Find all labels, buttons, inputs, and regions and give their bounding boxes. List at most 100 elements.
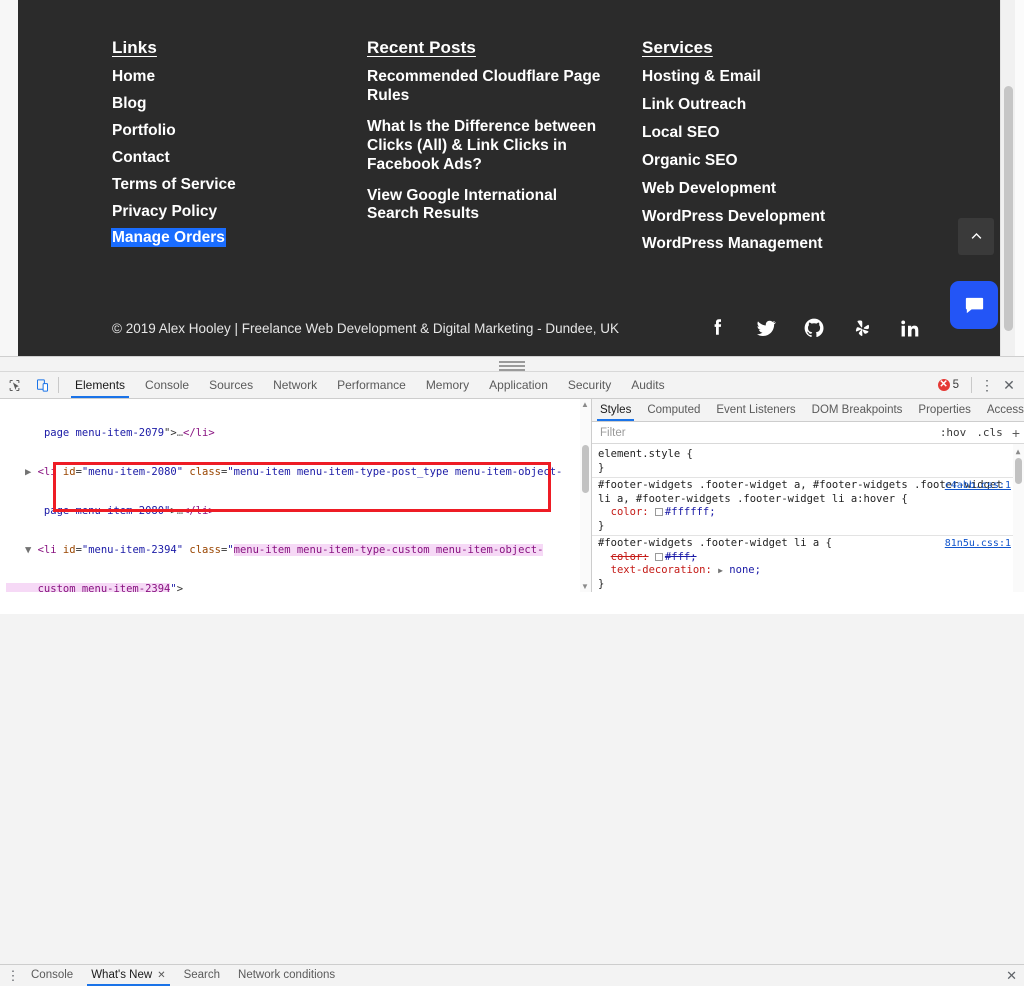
page-scrollbar[interactable] xyxy=(1000,0,1015,356)
styles-tab-styles[interactable]: Styles xyxy=(592,399,639,421)
drawer-tab-whats-new[interactable]: What's New ✕ xyxy=(82,965,174,986)
chat-widget-button[interactable] xyxy=(950,281,998,329)
device-toolbar-icon[interactable] xyxy=(28,372,56,398)
dom-tree[interactable]: page menu-item-2079">…</li> ▶ <li id="me… xyxy=(0,399,591,592)
recent-post-link-1[interactable]: Recommended Cloudflare Page Rules xyxy=(367,68,600,104)
color-swatch[interactable] xyxy=(654,508,663,516)
footer-widget-recent-posts: Recent Posts Recommended Cloudflare Page… xyxy=(367,38,642,300)
drawer-tab-label: Console xyxy=(31,969,74,981)
style-rule-selector[interactable]: element.style { xyxy=(598,448,1012,462)
dom-line-selected-open[interactable]: ▼ <li id="menu-item-2394" class="menu-it… xyxy=(0,544,591,557)
style-property-name[interactable]: text-decoration xyxy=(611,564,706,576)
devtools-tab-application[interactable]: Application xyxy=(479,372,558,398)
style-rule-footer-widget-a[interactable]: c4abb.css:1 #footer-widgets .footer-widg… xyxy=(592,478,1024,536)
inspect-element-icon[interactable] xyxy=(0,372,28,398)
github-icon[interactable] xyxy=(802,316,826,340)
footer-link-home[interactable]: Home xyxy=(112,68,155,85)
services-list: Hosting & Email Link Outreach Local SEO … xyxy=(642,68,942,254)
color-swatch[interactable] xyxy=(654,552,663,561)
styles-tab-computed[interactable]: Computed xyxy=(639,399,708,421)
style-property-name[interactable]: color xyxy=(611,506,643,518)
styles-scrollbar[interactable]: ▲ ▼ xyxy=(1013,444,1024,592)
linkedin-icon[interactable] xyxy=(898,316,922,340)
styles-scrollbar-thumb[interactable] xyxy=(1015,458,1022,484)
dom-tree-panel[interactable]: page menu-item-2079">…</li> ▶ <li id="me… xyxy=(0,399,592,592)
scroll-up-arrow-icon[interactable]: ▲ xyxy=(580,400,590,409)
footer-link-contact[interactable]: Contact xyxy=(112,149,170,166)
devtools-tab-console[interactable]: Console xyxy=(135,372,199,398)
hover-state-button[interactable]: :hov xyxy=(935,426,972,439)
service-link-organic-seo[interactable]: Organic SEO xyxy=(642,152,738,169)
service-link-link-outreach[interactable]: Link Outreach xyxy=(642,96,746,113)
dom-line[interactable]: page menu-item-2079">…</li> xyxy=(0,427,591,440)
scroll-to-top-button[interactable] xyxy=(958,218,994,255)
devtools-resize-handle[interactable] xyxy=(0,356,1024,372)
viewport-right-gutter xyxy=(1015,0,1024,356)
style-declaration[interactable]: color: #ffffff; xyxy=(598,506,1012,520)
drawer-tab-search[interactable]: Search xyxy=(175,965,229,986)
footer-link-blog[interactable]: Blog xyxy=(112,95,146,112)
service-link-hosting-email[interactable]: Hosting & Email xyxy=(642,68,761,85)
devtools-tab-sources[interactable]: Sources xyxy=(199,372,263,398)
styles-tab-accessibility[interactable]: Accessibility xyxy=(979,399,1024,421)
list-item: Organic SEO xyxy=(642,152,942,171)
kebab-menu-icon[interactable]: ⋮ xyxy=(4,968,22,984)
service-link-web-development[interactable]: Web Development xyxy=(642,180,776,197)
devtools-toolbar-right: ✕ 5 ⋮ ✕ xyxy=(937,372,1020,398)
style-rule-element-style[interactable]: element.style { } xyxy=(592,447,1024,478)
recent-post-link-2[interactable]: What Is the Difference between Clicks (A… xyxy=(367,118,596,173)
devtools-tab-security[interactable]: Security xyxy=(558,372,621,398)
style-property-value[interactable]: none xyxy=(729,564,754,576)
style-property-value[interactable]: #fff xyxy=(665,551,690,563)
footer-link-privacy-policy[interactable]: Privacy Policy xyxy=(112,203,217,220)
styles-rules-list[interactable]: element.style { } c4abb.css:1 #footer-wi… xyxy=(592,444,1024,592)
style-declaration-overridden[interactable]: color: #fff; xyxy=(598,551,1012,565)
facebook-icon[interactable] xyxy=(706,316,730,340)
style-rule-footer-widget-li-a[interactable]: 81n5u.css:1 #footer-widgets .footer-widg… xyxy=(592,536,1024,592)
devtools-tab-network[interactable]: Network xyxy=(263,372,327,398)
styles-tab-event-listeners[interactable]: Event Listeners xyxy=(708,399,803,421)
styles-tab-properties[interactable]: Properties xyxy=(910,399,978,421)
service-link-wordpress-development[interactable]: WordPress Development xyxy=(642,208,825,225)
chat-bubble-icon xyxy=(965,297,983,313)
dom-scrollbar-thumb[interactable] xyxy=(582,445,589,493)
kebab-menu-icon[interactable]: ⋮ xyxy=(978,378,996,392)
error-count-badge[interactable]: ✕ 5 xyxy=(937,379,965,391)
style-declaration[interactable]: text-decoration: ▶ none; xyxy=(598,564,1012,578)
expand-triangle-icon[interactable]: ▶ xyxy=(718,566,723,575)
drawer-tab-console[interactable]: Console xyxy=(22,965,82,986)
service-link-wordpress-management[interactable]: WordPress Management xyxy=(642,235,823,252)
page-scrollbar-thumb[interactable] xyxy=(1004,86,1013,331)
scroll-down-arrow-icon[interactable]: ▼ xyxy=(580,582,590,591)
drawer-tab-network-conditions[interactable]: Network conditions xyxy=(229,965,344,986)
recent-post-link-3[interactable]: View Google International Search Results xyxy=(367,187,557,223)
dom-scrollbar[interactable]: ▲ ▼ xyxy=(580,399,591,592)
devtools-tab-audits[interactable]: Audits xyxy=(621,372,674,398)
style-rule-source-link[interactable]: c4abb.css:1 xyxy=(945,479,1011,493)
styles-filter-input[interactable] xyxy=(598,425,935,440)
styles-tab-dom-breakpoints[interactable]: DOM Breakpoints xyxy=(804,399,911,421)
style-rule-source-link[interactable]: 81n5u.css:1 xyxy=(945,537,1011,551)
close-icon[interactable]: ✕ xyxy=(1006,968,1017,984)
dom-line[interactable]: page menu-item-2080">…</li> xyxy=(0,505,591,518)
new-style-rule-button[interactable]: + xyxy=(1008,425,1024,441)
class-filter-button[interactable]: .cls xyxy=(971,426,1008,439)
dom-line[interactable]: ▶ <li id="menu-item-2080" class="menu-it… xyxy=(0,466,591,479)
styles-filter-bar: :hov .cls + xyxy=(592,422,1024,444)
scroll-up-arrow-icon[interactable]: ▲ xyxy=(1013,445,1023,459)
footer-link-portfolio[interactable]: Portfolio xyxy=(112,122,176,139)
twitter-icon[interactable] xyxy=(754,316,778,340)
dom-line[interactable]: custom menu-item-2394"> xyxy=(0,583,591,592)
list-item: Manage Orders xyxy=(112,229,367,248)
devtools-tab-elements[interactable]: Elements xyxy=(65,372,135,398)
footer-link-manage-orders[interactable]: Manage Orders xyxy=(112,229,225,247)
close-icon[interactable]: ✕ xyxy=(157,965,165,986)
footer-link-terms-of-service[interactable]: Terms of Service xyxy=(112,176,236,193)
style-property-value[interactable]: #ffffff xyxy=(665,506,709,518)
close-icon[interactable]: ✕ xyxy=(998,378,1020,392)
style-property-name[interactable]: color xyxy=(611,551,643,563)
service-link-local-seo[interactable]: Local SEO xyxy=(642,124,720,141)
devtools-tab-memory[interactable]: Memory xyxy=(416,372,479,398)
devtools-tab-performance[interactable]: Performance xyxy=(327,372,416,398)
yelp-icon[interactable] xyxy=(850,316,874,340)
